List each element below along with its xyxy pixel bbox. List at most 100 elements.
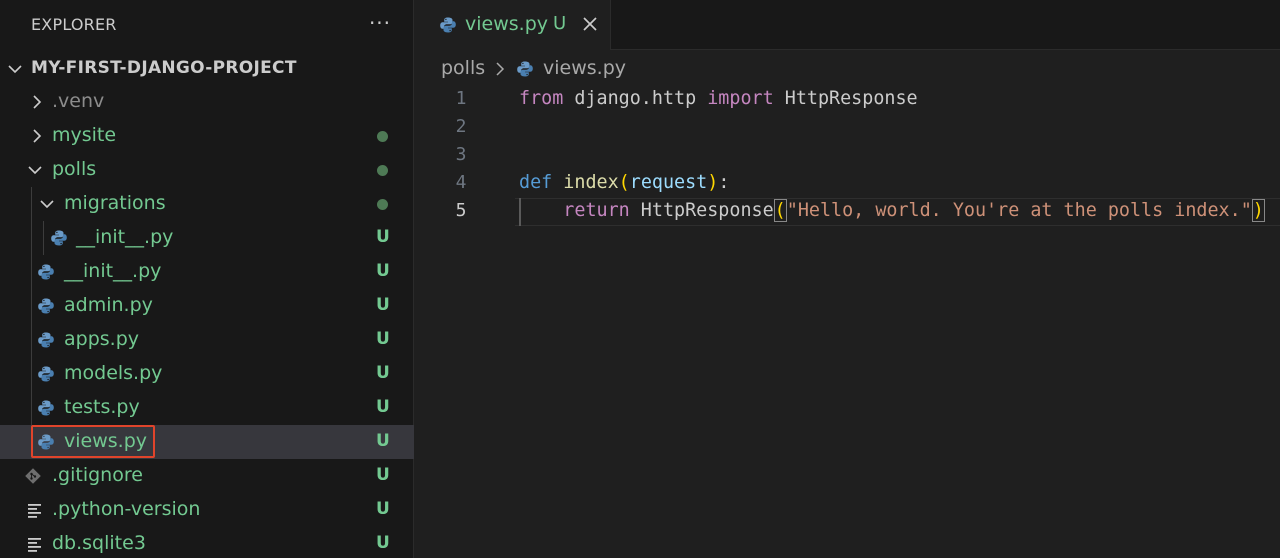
python-icon — [38, 332, 54, 348]
python-icon — [51, 230, 67, 246]
keyword-return: return — [563, 200, 630, 221]
project-root[interactable]: MY-FIRST-DJANGO-PROJECT — [0, 54, 414, 84]
call-name: HttpResponse — [629, 200, 774, 221]
tree-item-label: .venv — [52, 90, 105, 112]
untracked-badge: U — [376, 363, 390, 383]
parameter: request — [629, 172, 708, 193]
close-icon[interactable] — [579, 12, 601, 36]
untracked-badge: U — [376, 431, 390, 451]
modified-dot — [377, 199, 388, 210]
untracked-badge: U — [376, 533, 390, 553]
python-icon — [38, 298, 54, 314]
python-icon — [38, 366, 54, 382]
code-editor[interactable]: 1 from django.http import HttpResponse 2… — [415, 84, 1280, 558]
modified-dot — [377, 165, 388, 176]
untracked-badge: U — [376, 329, 390, 349]
code-text: from django.http import HttpResponse — [519, 88, 918, 109]
imported-name: HttpResponse — [773, 88, 918, 109]
tree-item-label: __init__.py — [64, 260, 162, 282]
git-icon — [25, 468, 41, 484]
text-file-icon — [28, 504, 41, 518]
tab-label: views.py — [465, 13, 548, 35]
tree-item-python-version[interactable]: .python-version U — [0, 493, 414, 527]
untracked-badge: U — [376, 397, 390, 417]
untracked-badge: U — [376, 261, 390, 281]
tree-item-label: polls — [52, 158, 97, 180]
breadcrumb: polls views.py — [415, 54, 1280, 84]
chevron-down-icon — [28, 166, 42, 175]
tree-item-migrations[interactable]: migrations — [0, 187, 414, 221]
tree-item-mysite[interactable]: mysite — [0, 119, 414, 153]
line-number: 4 — [455, 172, 467, 193]
code-line-active: 5 return HttpResponse("Hello, world. You… — [415, 198, 1280, 226]
keyword-from: from — [519, 88, 564, 109]
project-name: MY-FIRST-DJANGO-PROJECT — [31, 58, 297, 78]
function-name: index — [563, 172, 619, 193]
keyword-def: def — [519, 172, 553, 193]
breadcrumb-item-polls[interactable]: polls — [441, 57, 485, 79]
bracket-match-open: ( — [773, 199, 787, 222]
chevron-right-icon — [33, 95, 42, 109]
code-line: 2 — [415, 114, 1280, 142]
editor-area: views.py U polls views.py 1 from django.… — [415, 0, 1280, 558]
tree-item-label: __init__.py — [76, 226, 174, 248]
line-number: 3 — [455, 144, 467, 165]
explorer-title: EXPLORER — [31, 15, 117, 34]
paren-close: ) — [707, 172, 719, 193]
chevron-down-icon — [8, 65, 22, 74]
paren-open: ( — [618, 172, 630, 193]
chevron-right-icon — [33, 129, 42, 143]
code-text: def index(request): — [519, 172, 729, 193]
tree-item-polls[interactable]: polls — [0, 153, 414, 187]
tab-bar: views.py U — [415, 0, 1280, 50]
breadcrumb-item-views[interactable]: views.py — [543, 57, 626, 79]
more-actions-icon[interactable]: ··· — [367, 8, 393, 38]
module-name: django.http — [563, 88, 708, 109]
tree-item-label: .gitignore — [52, 464, 143, 486]
explorer-header: EXPLORER ··· — [0, 0, 414, 50]
explorer-sidebar: EXPLORER ··· MY-FIRST-DJANGO-PROJECT .ve… — [0, 0, 414, 558]
line-number: 2 — [455, 116, 467, 137]
tree-item-db-sqlite3[interactable]: db.sqlite3 U — [0, 527, 414, 558]
tree-item-label: db.sqlite3 — [52, 532, 146, 554]
tree-item-label: models.py — [64, 362, 163, 384]
untracked-badge: U — [376, 295, 390, 315]
code-text: return HttpResponse("Hello, world. You'r… — [519, 199, 1265, 222]
python-icon — [517, 61, 533, 77]
tree-item-admin[interactable]: admin.py U — [0, 289, 414, 323]
tab-views-py[interactable]: views.py U — [415, 0, 611, 50]
tree-item-label: admin.py — [64, 294, 153, 316]
chevron-down-icon — [40, 200, 54, 209]
tab-untracked-badge: U — [553, 13, 567, 34]
code-line: 4 def index(request): — [415, 170, 1280, 198]
tree-item-apps[interactable]: apps.py U — [0, 323, 414, 357]
tree-item-venv[interactable]: .venv — [0, 85, 414, 119]
tree-item-label: tests.py — [64, 396, 140, 418]
tree-item-label: .python-version — [52, 498, 201, 520]
tree-item-tests[interactable]: tests.py U — [0, 391, 414, 425]
bracket-match-close: ) — [1251, 199, 1265, 222]
python-icon — [440, 17, 456, 33]
tree-item-label: migrations — [64, 192, 166, 214]
untracked-badge: U — [376, 227, 390, 247]
python-icon — [38, 400, 54, 416]
modified-dot — [377, 131, 388, 142]
code-line: 1 from django.http import HttpResponse — [415, 86, 1280, 114]
tree-item-label: apps.py — [64, 328, 140, 350]
tree-item-gitignore[interactable]: .gitignore U — [0, 459, 414, 493]
tree-item-migrations-init[interactable]: __init__.py U — [0, 221, 414, 255]
python-icon — [38, 264, 54, 280]
tree-item-init[interactable]: __init__.py U — [0, 255, 414, 289]
tree-item-models[interactable]: models.py U — [0, 357, 414, 391]
text-file-icon — [28, 538, 41, 552]
keyword-import: import — [707, 88, 774, 109]
string-literal: "Hello, world. You're at the polls index… — [786, 200, 1252, 221]
tree-item-label: mysite — [52, 124, 117, 146]
untracked-badge: U — [376, 465, 390, 485]
untracked-badge: U — [376, 499, 390, 519]
line-number: 5 — [455, 200, 467, 221]
colon: : — [718, 172, 730, 193]
highlight-annotation — [31, 425, 155, 458]
line-number: 1 — [455, 88, 467, 109]
